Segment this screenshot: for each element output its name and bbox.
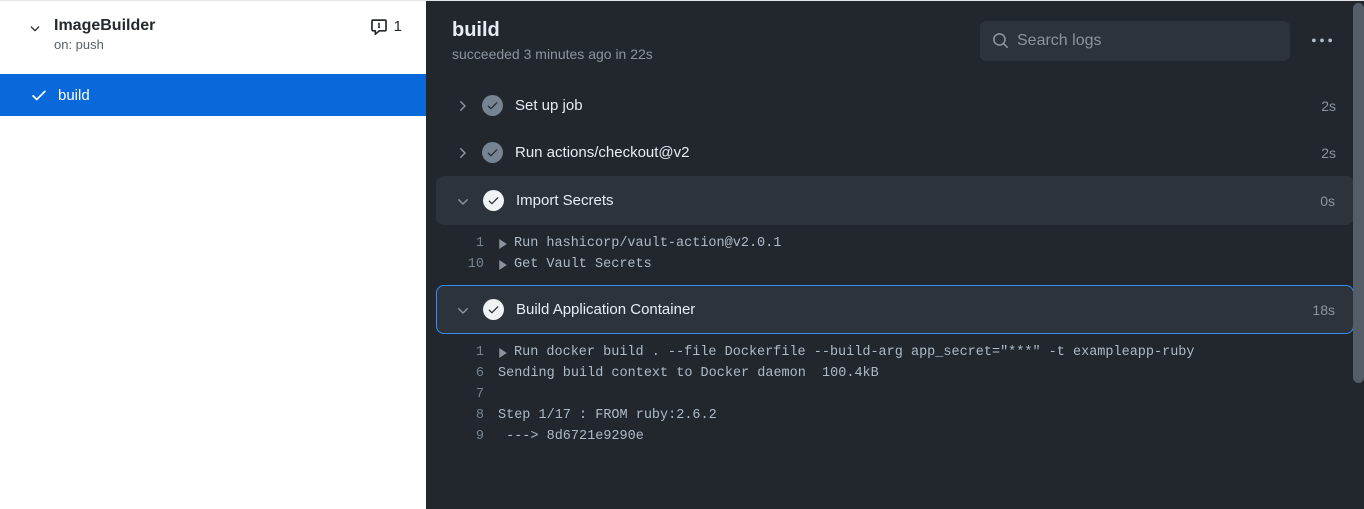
log-line[interactable]: 8Step 1/17 : FROM ruby:2.6.2 — [436, 405, 1354, 426]
expand-caret-icon[interactable] — [498, 239, 508, 249]
alert-icon — [370, 17, 388, 35]
chevron-right-icon — [454, 98, 470, 114]
kebab-menu[interactable] — [1306, 25, 1338, 57]
log-panel: build succeeded 3 minutes ago in 22s Set… — [426, 1, 1364, 509]
log-line[interactable]: 7 — [436, 384, 1354, 405]
log-line[interactable]: 9 ---> 8d6721e9290e — [436, 426, 1354, 447]
job-statusline: succeeded 3 minutes ago in 22s — [452, 46, 964, 62]
step-name: Set up job — [515, 97, 1309, 114]
annotation-count: 1 — [394, 18, 402, 35]
workflow-header[interactable]: ImageBuilder on: push 1 — [0, 1, 426, 60]
step-row[interactable]: Import Secrets 0s — [436, 176, 1354, 225]
line-number: 1 — [454, 345, 498, 360]
log-topbar: build succeeded 3 minutes ago in 22s — [426, 1, 1364, 82]
expand-caret-icon[interactable] — [498, 260, 508, 270]
log-text: Sending build context to Docker daemon 1… — [498, 366, 879, 381]
check-circle-icon — [482, 95, 503, 116]
scrollbar[interactable] — [1353, 3, 1364, 383]
line-number: 8 — [454, 408, 498, 423]
step-logs: 1Run docker build . --file Dockerfile --… — [436, 334, 1354, 457]
check-circle-icon — [483, 190, 504, 211]
search-box[interactable] — [980, 21, 1290, 61]
workflow-name: ImageBuilder — [54, 17, 155, 35]
step-logs: 1Run hashicorp/vault-action@v2.0.110Get … — [436, 225, 1354, 285]
step-duration: 2s — [1321, 98, 1336, 114]
line-number: 10 — [454, 257, 498, 272]
log-line[interactable]: 1Run hashicorp/vault-action@v2.0.1 — [436, 233, 1354, 254]
chevron-down-icon — [455, 302, 471, 318]
job-header: build succeeded 3 minutes ago in 22s — [452, 19, 964, 62]
chevron-down-icon — [455, 193, 471, 209]
search-input[interactable] — [1017, 32, 1278, 50]
log-text: ---> 8d6721e9290e — [498, 429, 644, 444]
annotation-badge[interactable]: 1 — [370, 17, 402, 35]
check-circle-icon — [482, 142, 503, 163]
workflow-trigger: on: push — [54, 37, 155, 52]
step-row[interactable]: Run actions/checkout@v2 2s — [436, 129, 1354, 176]
step-row[interactable]: Set up job 2s — [436, 82, 1354, 129]
log-line[interactable]: 1Run docker build . --file Dockerfile --… — [436, 342, 1354, 363]
step-name: Run actions/checkout@v2 — [515, 144, 1309, 161]
line-number: 9 — [454, 429, 498, 444]
chevron-right-icon — [454, 145, 470, 161]
step-name: Import Secrets — [516, 192, 1308, 209]
line-number: 7 — [454, 387, 498, 402]
log-line[interactable]: 10Get Vault Secrets — [436, 254, 1354, 275]
expand-caret-icon[interactable] — [498, 348, 508, 358]
workflow-title-block: ImageBuilder on: push — [54, 17, 155, 52]
chevron-down-icon — [28, 21, 42, 35]
step-duration: 0s — [1320, 193, 1335, 209]
search-icon — [992, 32, 1009, 49]
log-text: Step 1/17 : FROM ruby:2.6.2 — [498, 408, 717, 423]
log-text: Run docker build . --file Dockerfile --b… — [498, 345, 1195, 360]
job-title: build — [452, 19, 964, 42]
line-number: 1 — [454, 236, 498, 251]
steps-list: Set up job 2s Run actions/checkout@v2 2s Imp… — [426, 82, 1364, 457]
step-duration: 2s — [1321, 145, 1336, 161]
job-name: build — [58, 87, 90, 104]
check-circle-icon — [483, 299, 504, 320]
log-line[interactable]: 6Sending build context to Docker daemon … — [436, 363, 1354, 384]
step-row[interactable]: Build Application Container 18s — [436, 285, 1354, 334]
sidebar-job-build[interactable]: build — [0, 74, 426, 116]
log-text: Run hashicorp/vault-action@v2.0.1 — [498, 236, 781, 251]
step-name: Build Application Container — [516, 301, 1300, 318]
line-number: 6 — [454, 366, 498, 381]
log-text: Get Vault Secrets — [498, 257, 652, 272]
check-icon — [30, 86, 48, 104]
step-duration: 18s — [1312, 302, 1335, 318]
sidebar: ImageBuilder on: push 1 build — [0, 0, 426, 509]
